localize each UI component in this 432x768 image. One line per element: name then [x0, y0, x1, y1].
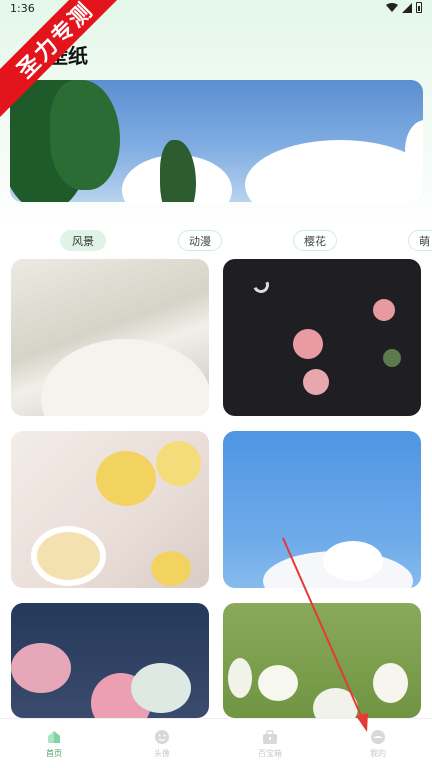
wallpaper-card[interactable] — [11, 603, 209, 718]
nav-label-home: 首页 — [46, 749, 62, 758]
wallpaper-detail — [41, 339, 209, 416]
nav-label-toolbox: 百宝箱 — [258, 749, 282, 758]
wallpaper-card[interactable] — [223, 259, 421, 416]
tulip-shape — [258, 665, 298, 701]
status-icons — [386, 2, 422, 13]
tulip-shape — [373, 663, 408, 703]
nav-item-profile[interactable]: 我的 — [324, 719, 432, 768]
bottom-nav: 首页 头像 百宝箱 我的 — [0, 718, 432, 768]
watermark-ribbon: 圣力专测 — [0, 0, 140, 140]
signal-icon — [402, 2, 412, 13]
tulip-shape — [228, 658, 252, 698]
banner-cloud — [245, 140, 423, 202]
wallpaper-card[interactable] — [11, 431, 209, 588]
home-icon — [46, 729, 62, 745]
tab-landscape[interactable]: 风景 — [60, 230, 106, 251]
nav-label-avatar: 头像 — [154, 749, 170, 758]
banner-tree — [160, 140, 196, 202]
tab-sakura[interactable]: 樱花 — [293, 230, 337, 251]
nav-item-toolbox[interactable]: 百宝箱 — [216, 719, 324, 768]
flower-shape — [373, 299, 395, 321]
wallpaper-card[interactable] — [11, 259, 209, 416]
flower-shape — [156, 441, 201, 486]
nav-label-profile: 我的 — [370, 749, 386, 758]
smile-icon — [154, 729, 170, 745]
flower-shape — [303, 369, 329, 395]
toolbox-icon — [262, 729, 278, 745]
flower-shape — [151, 551, 191, 586]
tab-anime[interactable]: 动漫 — [178, 230, 222, 251]
flower-shape — [293, 329, 323, 359]
watermark-text: 圣力专测 — [0, 0, 140, 129]
tulip-shape — [313, 688, 358, 718]
flower-shape — [96, 451, 156, 506]
profile-icon — [370, 729, 386, 745]
wifi-icon — [386, 2, 398, 12]
wallpaper-card[interactable] — [223, 603, 421, 718]
nav-item-avatar[interactable]: 头像 — [108, 719, 216, 768]
flower-shape — [131, 663, 191, 713]
wallpaper-card[interactable] — [223, 431, 421, 588]
flower-shape — [323, 541, 383, 581]
flower-shape — [11, 643, 71, 693]
battery-icon — [416, 2, 422, 13]
tab-cute[interactable]: 萌 — [408, 230, 432, 251]
moon-shape — [250, 274, 272, 296]
leaf-shape — [383, 349, 401, 367]
nav-item-home[interactable]: 首页 — [0, 719, 108, 768]
teacup-shape — [31, 526, 106, 586]
category-tabs: 风景 动漫 樱花 萌 — [0, 230, 432, 252]
